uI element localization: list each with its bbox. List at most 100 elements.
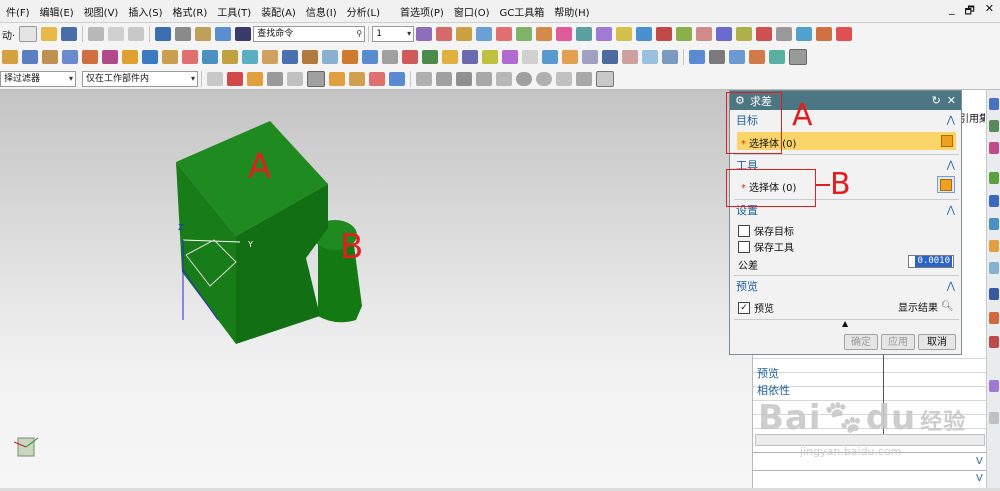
- patch-icon[interactable]: [582, 50, 598, 64]
- dependencies-panel-header[interactable]: 相依性: [757, 382, 790, 398]
- open-folder-icon[interactable]: [41, 27, 58, 41]
- close-window-icon[interactable]: ✕: [985, 2, 994, 21]
- assembly-navigator-icon[interactable]: [989, 98, 999, 110]
- scale-body-icon[interactable]: [502, 50, 518, 64]
- menu-item-3[interactable]: 插入(S): [123, 4, 167, 19]
- revolve-icon[interactable]: [102, 50, 118, 64]
- text-curve-icon[interactable]: [836, 27, 853, 41]
- constraint-navigator-icon[interactable]: [989, 120, 999, 132]
- curve-icon[interactable]: [496, 27, 513, 41]
- select-bodies-icon[interactable]: [247, 72, 263, 86]
- fillet-curve-icon[interactable]: [696, 27, 713, 41]
- web-browser-icon[interactable]: [989, 288, 999, 300]
- graphics-viewport[interactable]: Y Z A B: [0, 90, 752, 488]
- chevron-up-icon[interactable]: ⋀: [947, 205, 955, 216]
- thread-icon[interactable]: [422, 50, 438, 64]
- section-view-icon[interactable]: [729, 50, 745, 64]
- snap-point-on-curve-icon[interactable]: [556, 72, 572, 86]
- sew-icon[interactable]: [562, 50, 578, 64]
- trim-curve-icon[interactable]: [656, 27, 673, 41]
- snap-quadrant-icon[interactable]: [536, 72, 552, 86]
- new-file-icon[interactable]: [19, 26, 38, 42]
- preview-row[interactable]: ✓ 预览: [738, 300, 774, 315]
- snap-intersection-icon[interactable]: [389, 72, 405, 86]
- repeat-command-icon[interactable]: [195, 27, 212, 41]
- thicken-icon[interactable]: [602, 50, 618, 64]
- split-body-icon[interactable]: [542, 50, 558, 64]
- trim-body-icon[interactable]: [522, 50, 538, 64]
- snap-tangent-icon[interactable]: [456, 72, 472, 86]
- filter-settings-icon[interactable]: [207, 72, 223, 86]
- extrude-icon[interactable]: [82, 50, 98, 64]
- subtract-icon[interactable]: [142, 50, 158, 64]
- snap-crosshair-icon[interactable]: [496, 72, 512, 86]
- smooth-spline-icon[interactable]: [776, 27, 793, 41]
- tool-select-button[interactable]: [937, 176, 955, 193]
- menu-item-6[interactable]: 装配(A): [256, 4, 301, 19]
- chevron-up-icon[interactable]: ⋀: [947, 115, 955, 126]
- select-features-icon[interactable]: [227, 72, 243, 86]
- apply-button[interactable]: 应用: [881, 334, 915, 350]
- groove-icon[interactable]: [302, 50, 318, 64]
- keep-target-checkbox[interactable]: [738, 224, 750, 237]
- view-icon[interactable]: [215, 27, 232, 41]
- menu-item-12[interactable]: 帮助(H): [549, 4, 594, 19]
- intersect-icon[interactable]: [162, 50, 178, 64]
- slot-icon[interactable]: [282, 50, 298, 64]
- close-icon[interactable]: ✕: [947, 94, 956, 107]
- rib-icon[interactable]: [322, 50, 338, 64]
- nx5-icon[interactable]: [182, 50, 198, 64]
- process-studio-icon[interactable]: [989, 240, 999, 252]
- bridge-curve-icon[interactable]: [596, 27, 613, 41]
- part-navigator-icon[interactable]: [989, 142, 999, 154]
- view-orient-icon[interactable]: [689, 50, 705, 64]
- menu-item-5[interactable]: 工具(T): [212, 4, 256, 19]
- menu-item-10[interactable]: 窗口(O): [449, 4, 495, 19]
- cut-icon[interactable]: [88, 27, 105, 41]
- background-icon[interactable]: [789, 49, 807, 65]
- start-menu-button[interactable]: 动·: [0, 27, 17, 42]
- preview-section-header[interactable]: 预览 ⋀: [730, 278, 961, 294]
- intersection-curve-icon[interactable]: [636, 27, 653, 41]
- snap-control-icon[interactable]: [369, 72, 385, 86]
- shell-icon[interactable]: [382, 50, 398, 64]
- hole-icon[interactable]: [202, 50, 218, 64]
- chamfer-icon[interactable]: [362, 50, 378, 64]
- minimize-icon[interactable]: _: [949, 2, 955, 21]
- ok-button[interactable]: 确定: [844, 334, 878, 350]
- cylinder-icon[interactable]: [22, 50, 38, 64]
- paste-icon[interactable]: [128, 27, 145, 41]
- law-curve-icon[interactable]: [816, 27, 833, 41]
- history-icon[interactable]: [989, 195, 999, 207]
- snap-curve-icon[interactable]: [476, 72, 492, 86]
- render-style-icon[interactable]: [709, 50, 725, 64]
- edge-blend-icon[interactable]: [342, 50, 358, 64]
- offset-face-icon[interactable]: [482, 50, 498, 64]
- reset-icon[interactable]: ↻: [932, 94, 941, 107]
- point-icon[interactable]: [516, 27, 533, 41]
- extend-curve-icon[interactable]: [676, 27, 693, 41]
- select-faces-icon[interactable]: [287, 72, 303, 86]
- select-edges-icon[interactable]: [267, 72, 283, 86]
- history-tool-icon[interactable]: [989, 336, 999, 348]
- sphere-icon[interactable]: [62, 50, 78, 64]
- keep-tool-row[interactable]: 保存工具: [738, 239, 794, 254]
- command-finder-field[interactable]: 查找命令 ⚲: [253, 26, 366, 42]
- chevron-down-icon[interactable]: V: [976, 473, 983, 484]
- snap-line-icon[interactable]: [436, 72, 452, 86]
- chevron-up-icon[interactable]: ⋀: [947, 160, 955, 171]
- palette-icon[interactable]: [989, 312, 999, 324]
- divide-curve-icon[interactable]: [736, 27, 753, 41]
- arc-icon[interactable]: [536, 27, 553, 41]
- keep-target-row[interactable]: 保存目标: [738, 223, 794, 238]
- layer-settings-icon[interactable]: [416, 27, 433, 41]
- project-curve-icon[interactable]: [616, 27, 633, 41]
- chamfer-curve-icon[interactable]: [716, 27, 733, 41]
- move-to-layer-icon[interactable]: [436, 27, 453, 41]
- chevron-up-icon[interactable]: ⋀: [947, 281, 955, 292]
- helix-icon[interactable]: [796, 27, 813, 41]
- offset-curve-icon[interactable]: [576, 27, 593, 41]
- tolerance-field[interactable]: 0.0010: [908, 255, 954, 268]
- menu-item-4[interactable]: 格式(R): [168, 4, 213, 19]
- snap-midpoint-icon[interactable]: [349, 72, 365, 86]
